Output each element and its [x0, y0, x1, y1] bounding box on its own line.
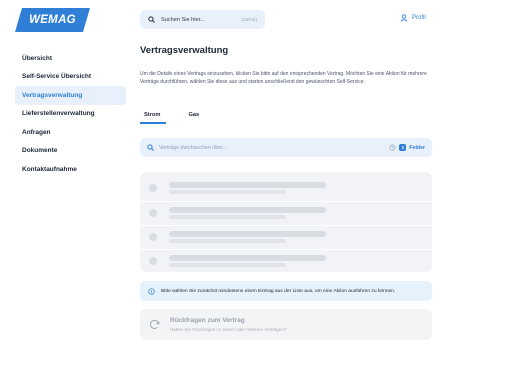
profile-label: Profil	[412, 15, 426, 21]
selection-info-banner: Bitte wählen Sie zunächst mindestens ein…	[140, 281, 432, 301]
sidebar-item-self-service[interactable]: Self-Service Übersicht	[15, 68, 126, 87]
global-search-input[interactable]: Suchen Sie hier... (Ctrl+K)	[140, 10, 265, 29]
contract-search-input[interactable]: Verträge durchsuchen über... 1 Felder	[140, 138, 432, 157]
action-title: Rückfragen zum Vertrag	[170, 317, 245, 324]
sidebar-item-kontakt[interactable]: Kontaktaufnahme	[15, 160, 126, 179]
sidebar-nav: Übersicht Self-Service Übersicht Vertrag…	[15, 49, 126, 179]
info-text: Bitte wählen Sie zunächst mindestens ein…	[161, 288, 396, 294]
skeleton-line	[169, 182, 326, 188]
sidebar-item-label: Übersicht	[22, 54, 52, 62]
fields-count-badge: 1	[399, 144, 407, 151]
logo-text: WEMAG	[29, 14, 76, 26]
list-item[interactable]	[140, 226, 432, 246]
skeleton-avatar	[149, 209, 157, 217]
skeleton-avatar	[149, 184, 157, 192]
search-shortcut: (Ctrl+K)	[241, 17, 257, 22]
sidebar-item-label: Lieferstellenverwaltung	[22, 110, 95, 118]
page-description: Um die Details eines Vertrags einzusehen…	[140, 71, 427, 85]
user-icon	[400, 14, 408, 22]
info-icon	[148, 287, 155, 295]
sidebar-item-dokumente[interactable]: Dokumente	[15, 142, 126, 161]
skeleton-line	[169, 207, 326, 213]
sidebar-item-label: Self-Service Übersicht	[22, 73, 92, 81]
page-title: Vertragsverwaltung	[140, 45, 229, 56]
sidebar-item-label: Kontaktaufnahme	[22, 165, 77, 173]
sidebar-item-vertragsverwaltung[interactable]: Vertragsverwaltung	[15, 86, 126, 105]
list-item[interactable]	[140, 202, 432, 222]
sidebar-item-label: Dokumente	[22, 147, 58, 155]
profile-button[interactable]: Profil	[400, 14, 426, 22]
search-icon	[148, 16, 155, 23]
skeleton-avatar	[149, 257, 157, 265]
skeleton-line	[169, 255, 326, 261]
search-placeholder: Suchen Sie hier...	[161, 16, 205, 23]
skeleton-line	[169, 239, 286, 243]
sidebar-item-uebersicht[interactable]: Übersicht	[15, 49, 126, 68]
skeleton-line	[169, 215, 286, 219]
contract-inquiry-action[interactable]: Rückfragen zum Vertrag Haben Sie Rückfra…	[140, 309, 432, 340]
energy-tabs: Strom Gas	[140, 112, 217, 124]
list-item[interactable]	[140, 250, 432, 270]
skeleton-avatar	[149, 233, 157, 241]
fields-label: Felder	[409, 144, 425, 151]
wemag-logo[interactable]: WEMAG	[15, 8, 90, 32]
skeleton-line	[169, 190, 286, 194]
tab-strom[interactable]: Strom	[140, 112, 167, 124]
sidebar-item-lieferstellen[interactable]: Lieferstellenverwaltung	[15, 105, 126, 124]
list-item[interactable]	[140, 177, 432, 197]
tab-gas[interactable]: Gas	[188, 112, 199, 124]
refresh-icon	[150, 319, 160, 329]
sidebar-item-label: Vertragsverwaltung	[22, 91, 83, 99]
sidebar-item-label: Anfragen	[22, 128, 51, 136]
help-circle-icon[interactable]	[389, 144, 396, 151]
skeleton-line	[169, 231, 326, 237]
contract-list-skeleton	[140, 172, 432, 272]
action-subtitle: Haben Sie Rückfragen zu einem oder mehre…	[170, 327, 287, 332]
skeleton-line	[169, 263, 286, 267]
fields-filter-button[interactable]: 1 Felder	[389, 144, 425, 151]
sidebar-item-anfragen[interactable]: Anfragen	[15, 123, 126, 142]
contract-search-placeholder: Verträge durchsuchen über...	[159, 144, 228, 151]
search-icon	[147, 144, 154, 151]
